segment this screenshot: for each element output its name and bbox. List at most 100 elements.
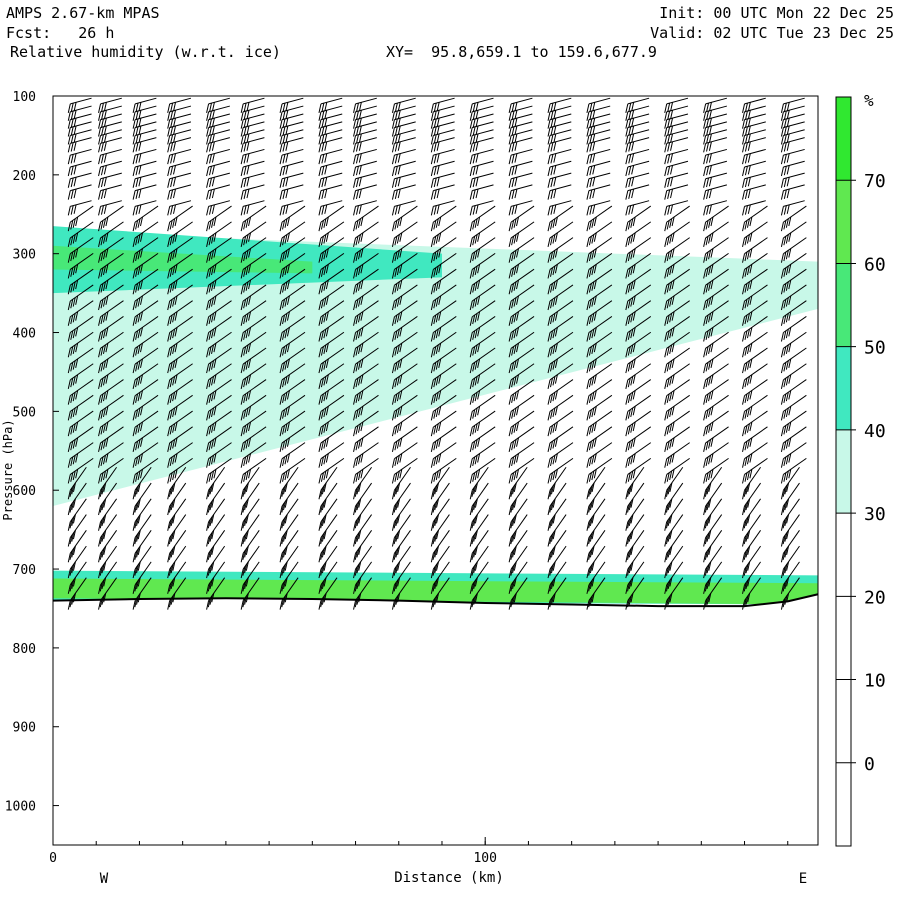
wind-barb bbox=[430, 184, 455, 200]
wind-barb bbox=[508, 514, 528, 547]
wind-barb bbox=[586, 514, 606, 547]
wind-barb bbox=[625, 97, 650, 113]
wind-barb bbox=[353, 97, 377, 113]
wind-barb bbox=[391, 482, 411, 516]
x-tick-label: 100 bbox=[473, 851, 496, 866]
wind-barb bbox=[279, 97, 304, 113]
wind-barb bbox=[625, 200, 650, 216]
wind-barb bbox=[664, 530, 684, 563]
wind-barb bbox=[430, 514, 450, 547]
wind-barb bbox=[664, 97, 689, 113]
wind-barb bbox=[132, 514, 152, 547]
wind-barb bbox=[391, 200, 416, 216]
wind-barb bbox=[780, 530, 800, 563]
wind-barb bbox=[703, 482, 723, 516]
wind-barb bbox=[391, 184, 416, 200]
wind-barb bbox=[625, 530, 645, 563]
wind-barb bbox=[469, 498, 489, 531]
wind-barb bbox=[508, 200, 533, 216]
wind-barb bbox=[703, 514, 723, 547]
y-tick-label: 800 bbox=[13, 642, 36, 657]
wind-barb bbox=[279, 184, 304, 200]
wind-barb bbox=[703, 498, 723, 531]
wind-barb bbox=[586, 545, 606, 579]
rh-fill-layer bbox=[53, 226, 818, 845]
wind-barb bbox=[547, 498, 567, 531]
wind-barb bbox=[67, 514, 87, 547]
wind-barb bbox=[742, 545, 761, 579]
wind-barb bbox=[240, 514, 260, 547]
wind-barb bbox=[586, 184, 611, 200]
wind-barb bbox=[279, 498, 299, 531]
wind-barb bbox=[353, 530, 373, 563]
wind-barb bbox=[240, 482, 260, 516]
wind-barb bbox=[469, 530, 489, 563]
wind-barb bbox=[625, 498, 645, 531]
wind-barb bbox=[430, 482, 450, 516]
y-tick-label: 400 bbox=[13, 327, 36, 342]
wind-barb bbox=[353, 184, 377, 200]
colorbar-tick-label: 40 bbox=[864, 421, 886, 442]
colorbar: 0 10 20 30 40 50 60 70 bbox=[835, 96, 886, 847]
wind-barb bbox=[318, 184, 343, 200]
wind-barb bbox=[742, 514, 761, 547]
wind-barb bbox=[469, 200, 494, 216]
wind-barb bbox=[240, 200, 265, 216]
wind-barb bbox=[240, 530, 260, 563]
wind-barb bbox=[167, 482, 187, 516]
wind-barb bbox=[240, 498, 260, 531]
x-end-label-west: W bbox=[100, 871, 109, 887]
wind-barb bbox=[508, 184, 533, 200]
wind-barb bbox=[664, 514, 684, 547]
wind-barb bbox=[780, 97, 805, 113]
y-tick-label: 1000 bbox=[5, 800, 36, 815]
wind-barb bbox=[742, 530, 761, 563]
wind-barb bbox=[279, 514, 299, 547]
wind-barb bbox=[703, 545, 723, 579]
wind-barb bbox=[780, 514, 800, 547]
wind-barb bbox=[318, 498, 338, 531]
wind-barb bbox=[67, 200, 92, 216]
wind-barb bbox=[391, 530, 411, 563]
wind-barb bbox=[547, 514, 567, 547]
wind-barb bbox=[391, 514, 411, 547]
wind-barb bbox=[508, 530, 528, 563]
wind-barb bbox=[167, 530, 187, 563]
wind-barb bbox=[167, 97, 192, 113]
colorbar-tick-label: 50 bbox=[864, 338, 886, 359]
wind-barb bbox=[664, 482, 684, 516]
y-tick-label: 100 bbox=[13, 90, 36, 105]
wind-barb bbox=[625, 545, 645, 579]
wind-barb bbox=[353, 482, 373, 516]
wind-barb bbox=[742, 97, 766, 113]
wind-barb bbox=[664, 200, 689, 216]
wind-barb bbox=[547, 97, 572, 113]
wind-barb bbox=[206, 482, 226, 516]
wind-barb bbox=[240, 97, 265, 113]
wind-barb bbox=[279, 482, 299, 516]
cross-section-chart: 10020030040050060070080090010000 100 Pres… bbox=[1, 90, 886, 887]
wind-barb bbox=[240, 184, 265, 200]
wind-barb bbox=[206, 184, 230, 200]
wind-barb bbox=[353, 498, 373, 531]
wind-barb bbox=[508, 498, 528, 531]
wind-barb bbox=[98, 184, 122, 200]
wind-barb bbox=[67, 97, 92, 113]
colorbar-segment bbox=[836, 346, 851, 430]
wind-barb bbox=[586, 498, 606, 531]
wind-barb bbox=[547, 545, 567, 579]
colorbar-tick-label: 30 bbox=[864, 504, 886, 525]
wind-barb bbox=[742, 184, 766, 200]
wind-barb bbox=[391, 498, 411, 531]
wind-barb bbox=[547, 200, 572, 216]
wind-barb bbox=[430, 530, 450, 563]
wind-barb bbox=[780, 200, 805, 216]
wind-barb bbox=[98, 97, 122, 113]
wind-barb bbox=[67, 498, 87, 531]
wind-barb bbox=[703, 530, 723, 563]
colorbar-segment bbox=[836, 263, 851, 347]
wind-barb bbox=[469, 545, 489, 579]
x-axis-label: Distance (km) bbox=[394, 870, 504, 886]
wind-barb bbox=[167, 498, 187, 531]
wind-barb bbox=[430, 498, 450, 531]
